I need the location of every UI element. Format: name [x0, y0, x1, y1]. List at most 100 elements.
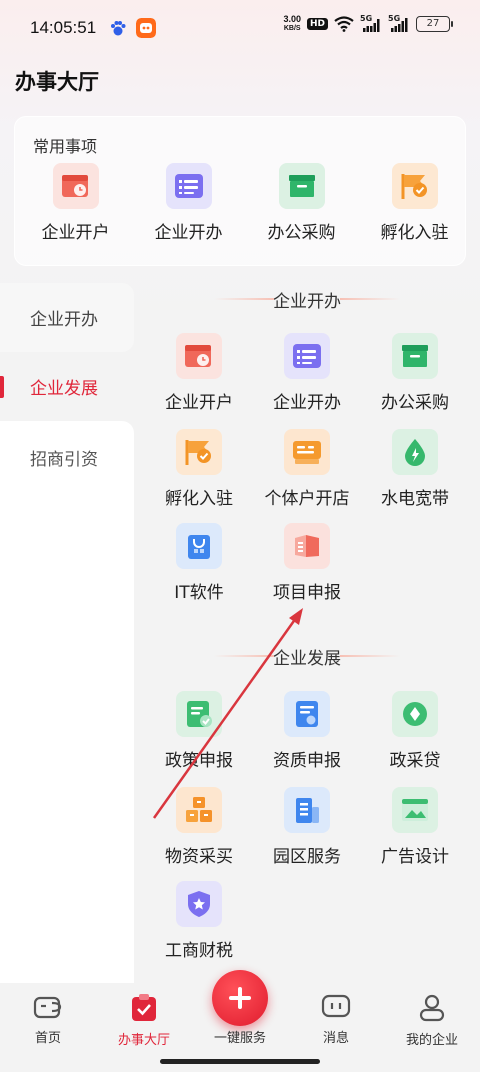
list-icon [165, 163, 212, 209]
service-ad-design[interactable]: 广告设计 [360, 787, 470, 867]
service-label: 物资采买 [165, 847, 233, 867]
book-icon [284, 523, 330, 569]
shop-card-icon [284, 429, 330, 475]
common-item-incubation[interactable]: 孵化入驻 [362, 163, 467, 243]
picture-frame-icon [392, 787, 438, 833]
nav-messages[interactable]: 消息 [288, 993, 384, 1046]
signal-2: 5G [388, 14, 410, 32]
header-line-right [340, 655, 400, 657]
service-label: 孵化入驻 [165, 489, 233, 509]
service-procurement-loan[interactable]: 政采贷 [360, 691, 470, 771]
list-icon [284, 333, 330, 379]
boxes-icon [176, 787, 222, 833]
flag-check-icon [176, 429, 222, 475]
service-business-tax[interactable]: 工商财税 [144, 881, 254, 961]
service-label: 工商财税 [165, 941, 233, 961]
plus-icon [229, 987, 251, 1009]
page-title: 办事大厅 [15, 70, 99, 94]
flag-check-icon [391, 163, 438, 209]
common-item-label: 孵化入驻 [380, 223, 449, 243]
nav-service-hall[interactable]: 办事大厅 [96, 993, 192, 1048]
category-sidebar: 企业开办 企业发展 招商引资 [0, 283, 134, 983]
service-policy-declaration[interactable]: 政策申报 [144, 691, 254, 771]
sidebar-item-investment[interactable]: 招商引资 [0, 421, 134, 983]
common-item-enterprise-setup[interactable]: 企业开办 [136, 163, 241, 243]
nav-my-enterprise[interactable]: 我的企业 [384, 993, 480, 1048]
header-line-left [214, 298, 274, 300]
service-label: 资质申报 [273, 751, 341, 771]
service-label: 个体户开店 [264, 489, 350, 509]
signal-bars-icon [391, 18, 408, 32]
service-project-declaration[interactable]: 项目申报 [252, 523, 362, 603]
taobao-app-icon [136, 18, 156, 38]
common-items-card: 常用事项 企业开户 企业开办 办公采购 孵化入驻 [14, 116, 466, 266]
hd-badge: HD [306, 18, 328, 30]
battery-level: 27 [426, 18, 440, 29]
net-speed-value: 3.00 [283, 14, 301, 24]
service-label: 办公采购 [381, 393, 449, 413]
common-item-label: 企业开办 [154, 223, 223, 243]
net-speed: 3.00 KB/S [283, 14, 301, 34]
service-material-purchase[interactable]: 物资采买 [144, 787, 254, 867]
service-label: 水电宽带 [381, 489, 449, 509]
service-enterprise-setup[interactable]: 企业开办 [252, 333, 362, 413]
common-item-label: 办公采购 [267, 223, 336, 243]
service-park-service[interactable]: 园区服务 [252, 787, 362, 867]
nav-label: 办事大厅 [117, 1033, 170, 1048]
message-bubble-icon [321, 994, 351, 1018]
building-icon [284, 787, 330, 833]
common-items-grid: 企业开户 企业开办 办公采购 孵化入驻 [15, 163, 467, 243]
service-enterprise-account[interactable]: 企业开户 [144, 333, 254, 413]
calendar-icon [52, 163, 99, 209]
service-it-software[interactable]: IT软件 [144, 523, 254, 603]
service-qualification-declaration[interactable]: 资质申报 [252, 691, 362, 771]
common-item-office-purchase[interactable]: 办公采购 [249, 163, 354, 243]
nav-label: 一键服务 [213, 1031, 266, 1046]
status-time: 14:05:51 [30, 18, 97, 37]
header-line-left [214, 655, 274, 657]
section-title: 企业发展 [273, 649, 341, 669]
service-label: 政策申报 [165, 751, 233, 771]
header-line-right [340, 298, 400, 300]
service-label: IT软件 [174, 583, 224, 603]
sidebar-item-label: 企业开办 [30, 310, 98, 330]
common-items-title: 常用事项 [33, 137, 98, 156]
service-label: 园区服务 [273, 847, 341, 867]
signal-1: 5G [360, 14, 382, 32]
coin-icon [392, 691, 438, 737]
service-label: 企业开办 [273, 393, 341, 413]
battery-icon: 27 [416, 16, 453, 32]
sidebar-item-label: 招商引资 [30, 450, 98, 470]
box-icon [392, 333, 438, 379]
sidebar-item-enterprise-setup[interactable]: 企业开办 [0, 283, 134, 352]
service-label: 广告设计 [381, 847, 449, 867]
document-check-icon [176, 691, 222, 737]
calendar-icon [176, 333, 222, 379]
status-bar: 14:05:51 3.00 KB/S HD 5G 5G 27 [0, 0, 480, 56]
service-incubation[interactable]: 孵化入驻 [144, 429, 254, 509]
nav-label: 消息 [322, 1031, 349, 1046]
sidebar-item-label: 企业发展 [30, 379, 98, 399]
service-utilities[interactable]: 水电宽带 [360, 429, 470, 509]
wifi-icon [334, 16, 354, 32]
clipboard-check-icon [132, 994, 156, 1021]
shopping-bag-icon [176, 523, 222, 569]
nav-home[interactable]: 首页 [0, 993, 96, 1046]
common-item-enterprise-account[interactable]: 企业开户 [23, 163, 128, 243]
common-item-label: 企业开户 [41, 223, 110, 243]
service-label: 企业开户 [165, 393, 233, 413]
sidebar-item-enterprise-development[interactable]: 企业发展 [0, 352, 134, 421]
service-label: 项目申报 [273, 583, 341, 603]
user-profile-icon [419, 994, 445, 1022]
baidu-paw-icon [111, 21, 126, 36]
water-drop-icon [392, 429, 438, 475]
notification-icons [108, 18, 156, 38]
service-individual-shop[interactable]: 个体户开店 [252, 429, 362, 509]
one-click-service-button[interactable] [212, 970, 268, 1026]
active-indicator [0, 376, 4, 398]
home-indicator [160, 1059, 320, 1064]
net-speed-unit: KB/S [283, 25, 301, 32]
shield-star-icon [176, 881, 222, 927]
service-office-purchase[interactable]: 办公采购 [360, 333, 470, 413]
certificate-icon [284, 691, 330, 737]
